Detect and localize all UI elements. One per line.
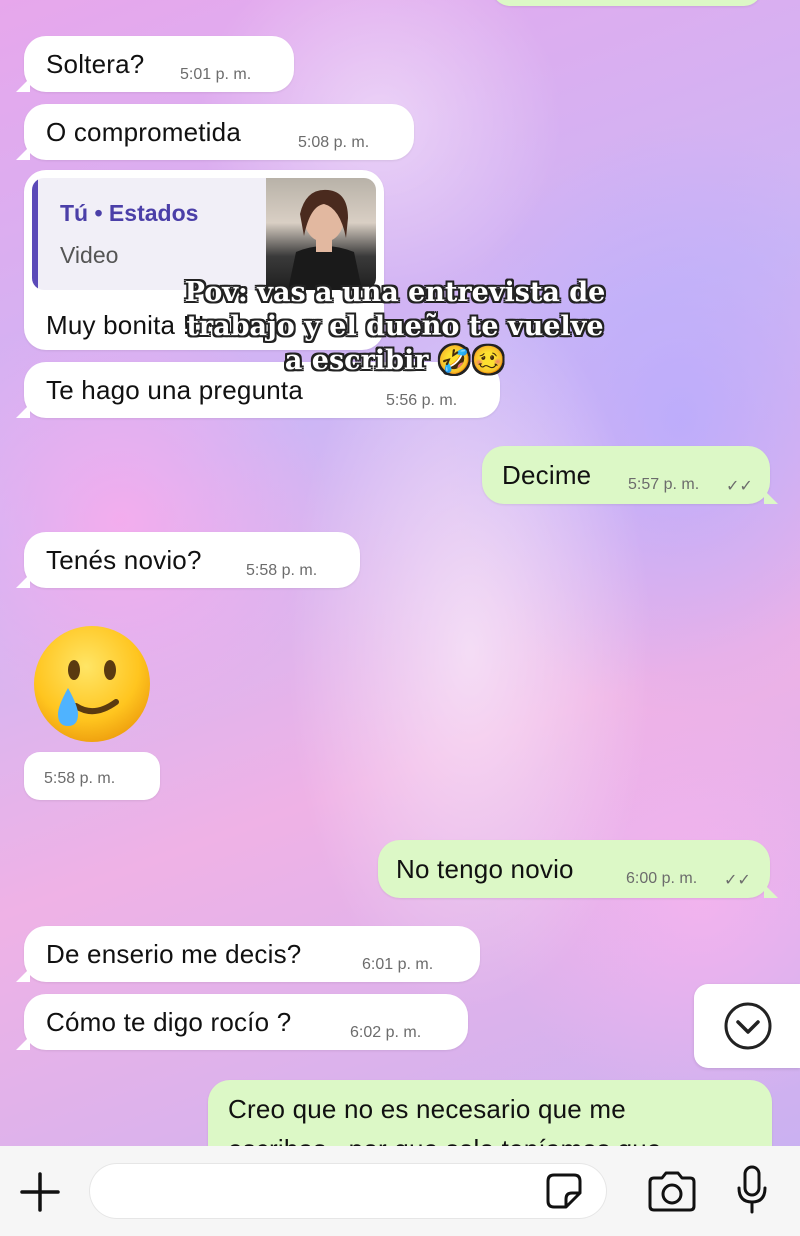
message-text: Creo que no es necesario que me xyxy=(228,1094,626,1124)
message-incoming[interactable]: Cómo te digo rocío ? 6:02 p. m. xyxy=(16,994,468,1050)
message-time: 6:02 p. m. xyxy=(350,1024,422,1041)
video-caption-overlay: Pov: vas a una entrevista de trabajo y e… xyxy=(160,276,630,378)
message-time: 5:08 p. m. xyxy=(298,134,370,151)
message-outgoing[interactable]: Decime 5:57 p. m. ✓✓ xyxy=(482,446,778,504)
message-text: No tengo novio xyxy=(396,854,574,884)
camera-icon[interactable] xyxy=(646,1170,698,1214)
message-input[interactable] xyxy=(90,1164,606,1218)
message-text: Tenés novio? xyxy=(46,545,202,575)
message-incoming[interactable]: Soltera? 5:01 p. m. xyxy=(16,36,294,92)
sticker-icon[interactable] xyxy=(544,1171,584,1211)
message-text: Decime xyxy=(502,460,592,490)
message-text: Cómo te digo rocío ? xyxy=(46,1007,292,1037)
message-text: Soltera? xyxy=(46,49,145,79)
partial-outgoing-bubble-top xyxy=(492,0,762,6)
message-incoming[interactable]: O comprometida 5:08 p. m. xyxy=(16,104,414,160)
message-incoming[interactable]: De enserio me decis? 6:01 p. m. xyxy=(16,926,480,982)
message-time: 6:01 p. m. xyxy=(362,956,434,973)
message-time: 5:01 p. m. xyxy=(180,66,252,83)
plus-icon[interactable] xyxy=(18,1170,62,1214)
message-time: 5:58 p. m. xyxy=(44,770,116,787)
message-text: De enserio me decis? xyxy=(46,939,302,969)
quote-type: Video xyxy=(60,242,119,268)
read-ticks-icon: ✓✓ xyxy=(724,872,751,889)
quote-accent-bar xyxy=(32,178,38,290)
message-text: O comprometida xyxy=(46,117,241,147)
quote-title: Tú • Estados xyxy=(60,200,199,226)
emoji-timestamp-bubble: 5:58 p. m. xyxy=(24,752,160,800)
emoji-message[interactable] xyxy=(30,622,154,746)
chevron-down-circle-icon xyxy=(724,1002,772,1050)
status-thumbnail xyxy=(266,178,376,290)
smiling-face-with-tear-icon xyxy=(34,626,150,742)
microphone-icon[interactable] xyxy=(734,1164,770,1216)
composer-bar xyxy=(0,1146,800,1236)
scroll-down-button[interactable] xyxy=(694,984,800,1068)
caption-line: Pov: vas a una entrevista de xyxy=(184,277,606,308)
message-time: 6:00 p. m. xyxy=(626,870,698,887)
caption-line: a escribir 🤣🥴 xyxy=(284,345,506,376)
message-outgoing[interactable]: No tengo novio 6:00 p. m. ✓✓ xyxy=(378,840,778,898)
message-time: 5:56 p. m. xyxy=(386,392,458,409)
message-text: Te hago una pregunta xyxy=(46,375,303,405)
caption-line: trabajo y el dueño te vuelve xyxy=(186,311,604,342)
message-time: 5:58 p. m. xyxy=(246,562,318,579)
quoted-status[interactable]: Tú • Estados Video xyxy=(32,178,376,290)
read-ticks-icon: ✓✓ xyxy=(726,478,753,495)
message-incoming[interactable]: Tenés novio? 5:58 p. m. xyxy=(16,532,360,588)
message-time: 5:57 p. m. xyxy=(628,476,700,493)
